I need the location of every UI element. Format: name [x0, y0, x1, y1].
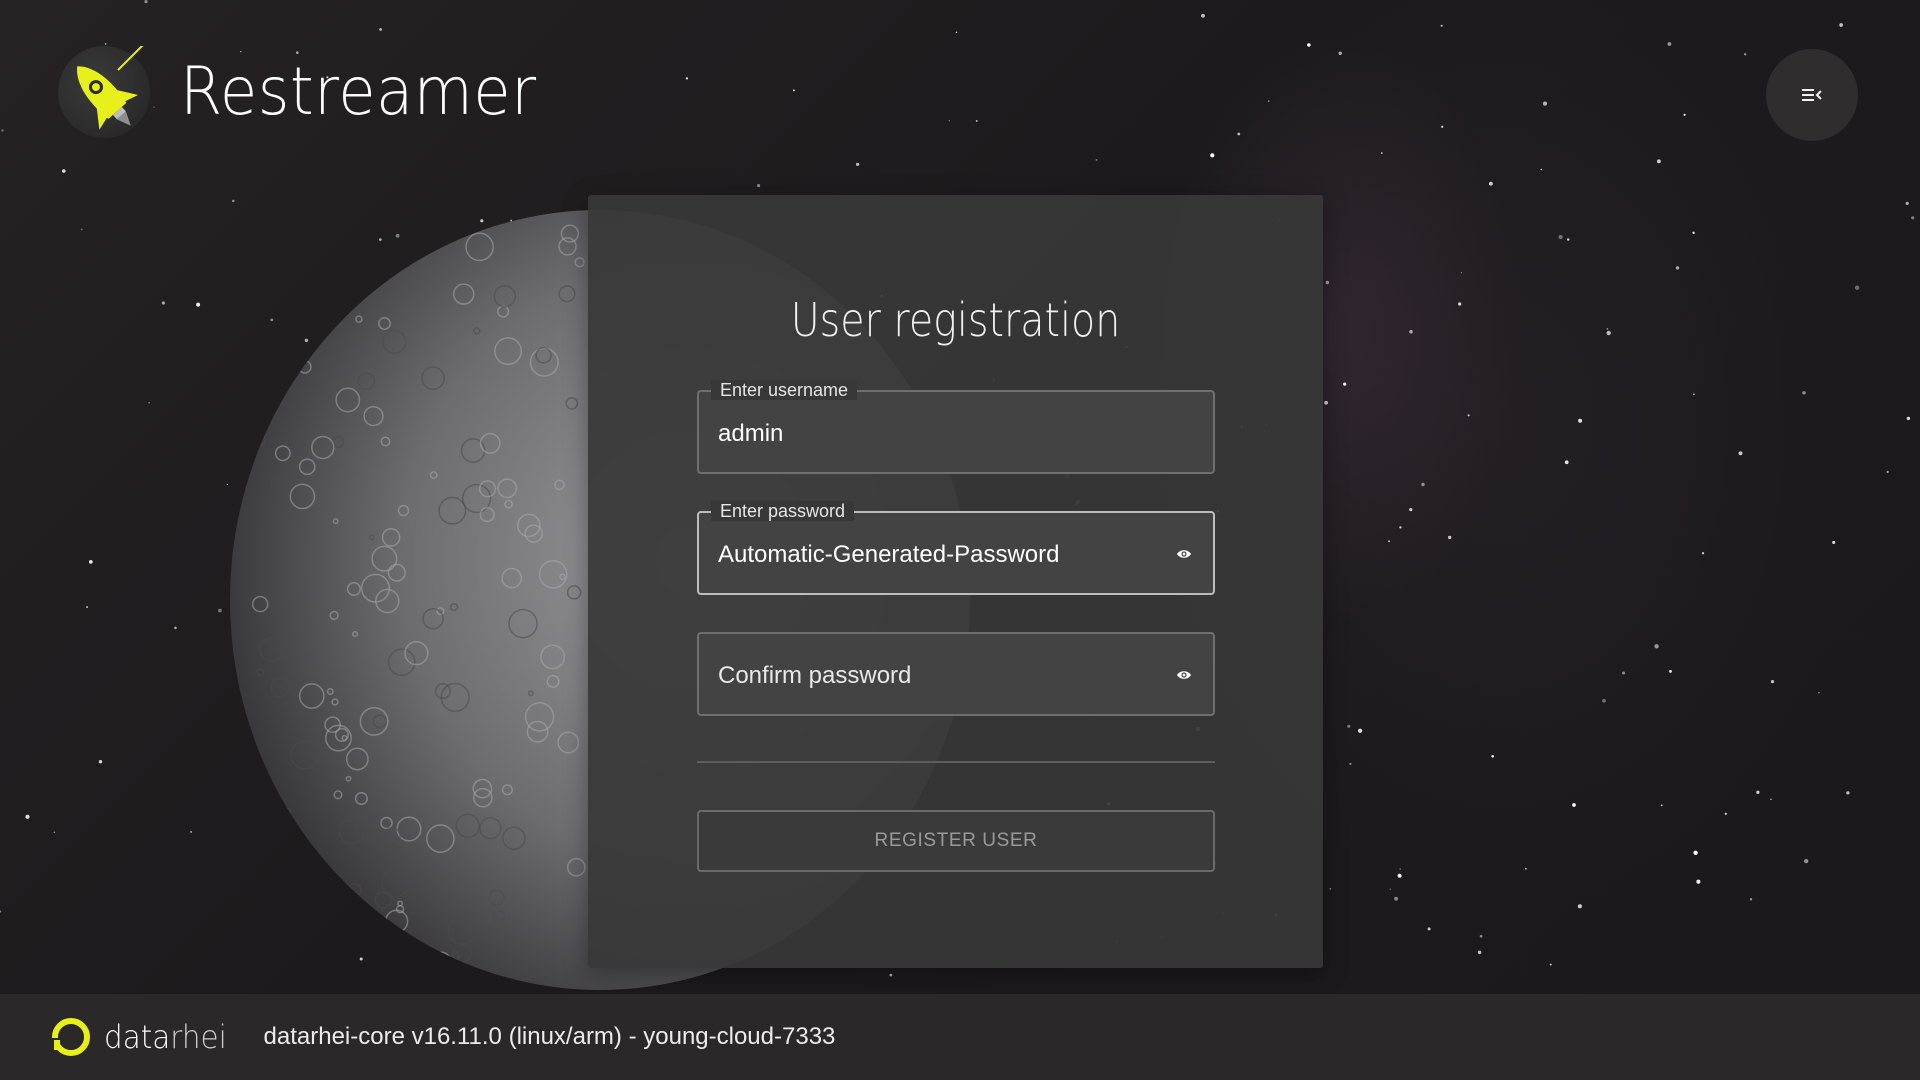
page-title: User registration [790, 293, 1121, 347]
confirm-password-input[interactable]: Confirm password [718, 662, 911, 690]
app-brand[interactable]: Restreamer [58, 46, 568, 138]
moon-crater [259, 946, 270, 956]
form-divider [697, 761, 1215, 763]
password-field[interactable]: Enter password Automatic-Generated-Passw… [697, 501, 1215, 595]
moon-crater [397, 247, 418, 269]
datarhei-logo[interactable]: datarhei [50, 1016, 238, 1058]
eye-icon [1177, 671, 1191, 679]
moon-crater [245, 837, 262, 855]
footer-brand-text: datarhei [104, 1018, 227, 1056]
password-input[interactable]: Automatic-Generated-Password [718, 541, 1059, 569]
footer-brand-secondary: rhei [170, 1018, 227, 1056]
footer-bar: datarhei datarhei-core v16.11.0 (linux/a… [0, 994, 1920, 1080]
menu-collapse-icon [1802, 89, 1822, 101]
menu-button[interactable] [1766, 49, 1858, 141]
app-background: Restreamer User registration Enter usern… [0, 0, 1920, 1080]
moon-crater [381, 927, 388, 935]
moon-crater [239, 912, 261, 933]
username-label: Enter username [711, 380, 858, 400]
core-version-text: datarhei-core v16.11.0 (linux/arm) - you… [263, 1023, 836, 1050]
moon-crater [352, 279, 364, 290]
register-user-button[interactable]: REGISTER USER [697, 810, 1215, 872]
app-title: Restreamer [180, 53, 537, 130]
moon-crater [285, 807, 292, 814]
moon-crater [364, 266, 374, 276]
rocket-logo [58, 46, 150, 138]
moon-crater [303, 317, 319, 333]
rocket-icon [77, 46, 144, 130]
confirm-password-visibility-toggle[interactable] [1173, 664, 1195, 686]
moon-crater [240, 405, 268, 433]
moon-crater [284, 921, 297, 934]
moon-crater [247, 429, 266, 449]
moon-crater [259, 873, 272, 886]
moon-crater [240, 337, 266, 362]
moon-crater [335, 295, 358, 318]
moon-crater [246, 842, 263, 859]
password-visibility-toggle[interactable] [1173, 543, 1195, 565]
footer-brand-primary: data [104, 1018, 171, 1056]
eye-icon [1177, 550, 1191, 558]
moon-crater [291, 855, 307, 872]
moon-crater [265, 279, 279, 293]
username-input[interactable]: admin [718, 420, 783, 448]
password-label: Enter password [711, 501, 855, 521]
moon-crater [252, 261, 264, 273]
moon-crater [273, 878, 289, 894]
moon-crater [244, 772, 266, 794]
username-field[interactable]: Enter username admin [697, 380, 1215, 474]
datarhei-ring-icon [52, 1018, 90, 1056]
moon-crater [432, 951, 451, 970]
moon-crater [297, 913, 315, 932]
moon-crater [380, 222, 401, 243]
registration-card: User registration Enter username admin E… [588, 195, 1323, 968]
confirm-password-field[interactable]: Confirm password [697, 632, 1215, 716]
